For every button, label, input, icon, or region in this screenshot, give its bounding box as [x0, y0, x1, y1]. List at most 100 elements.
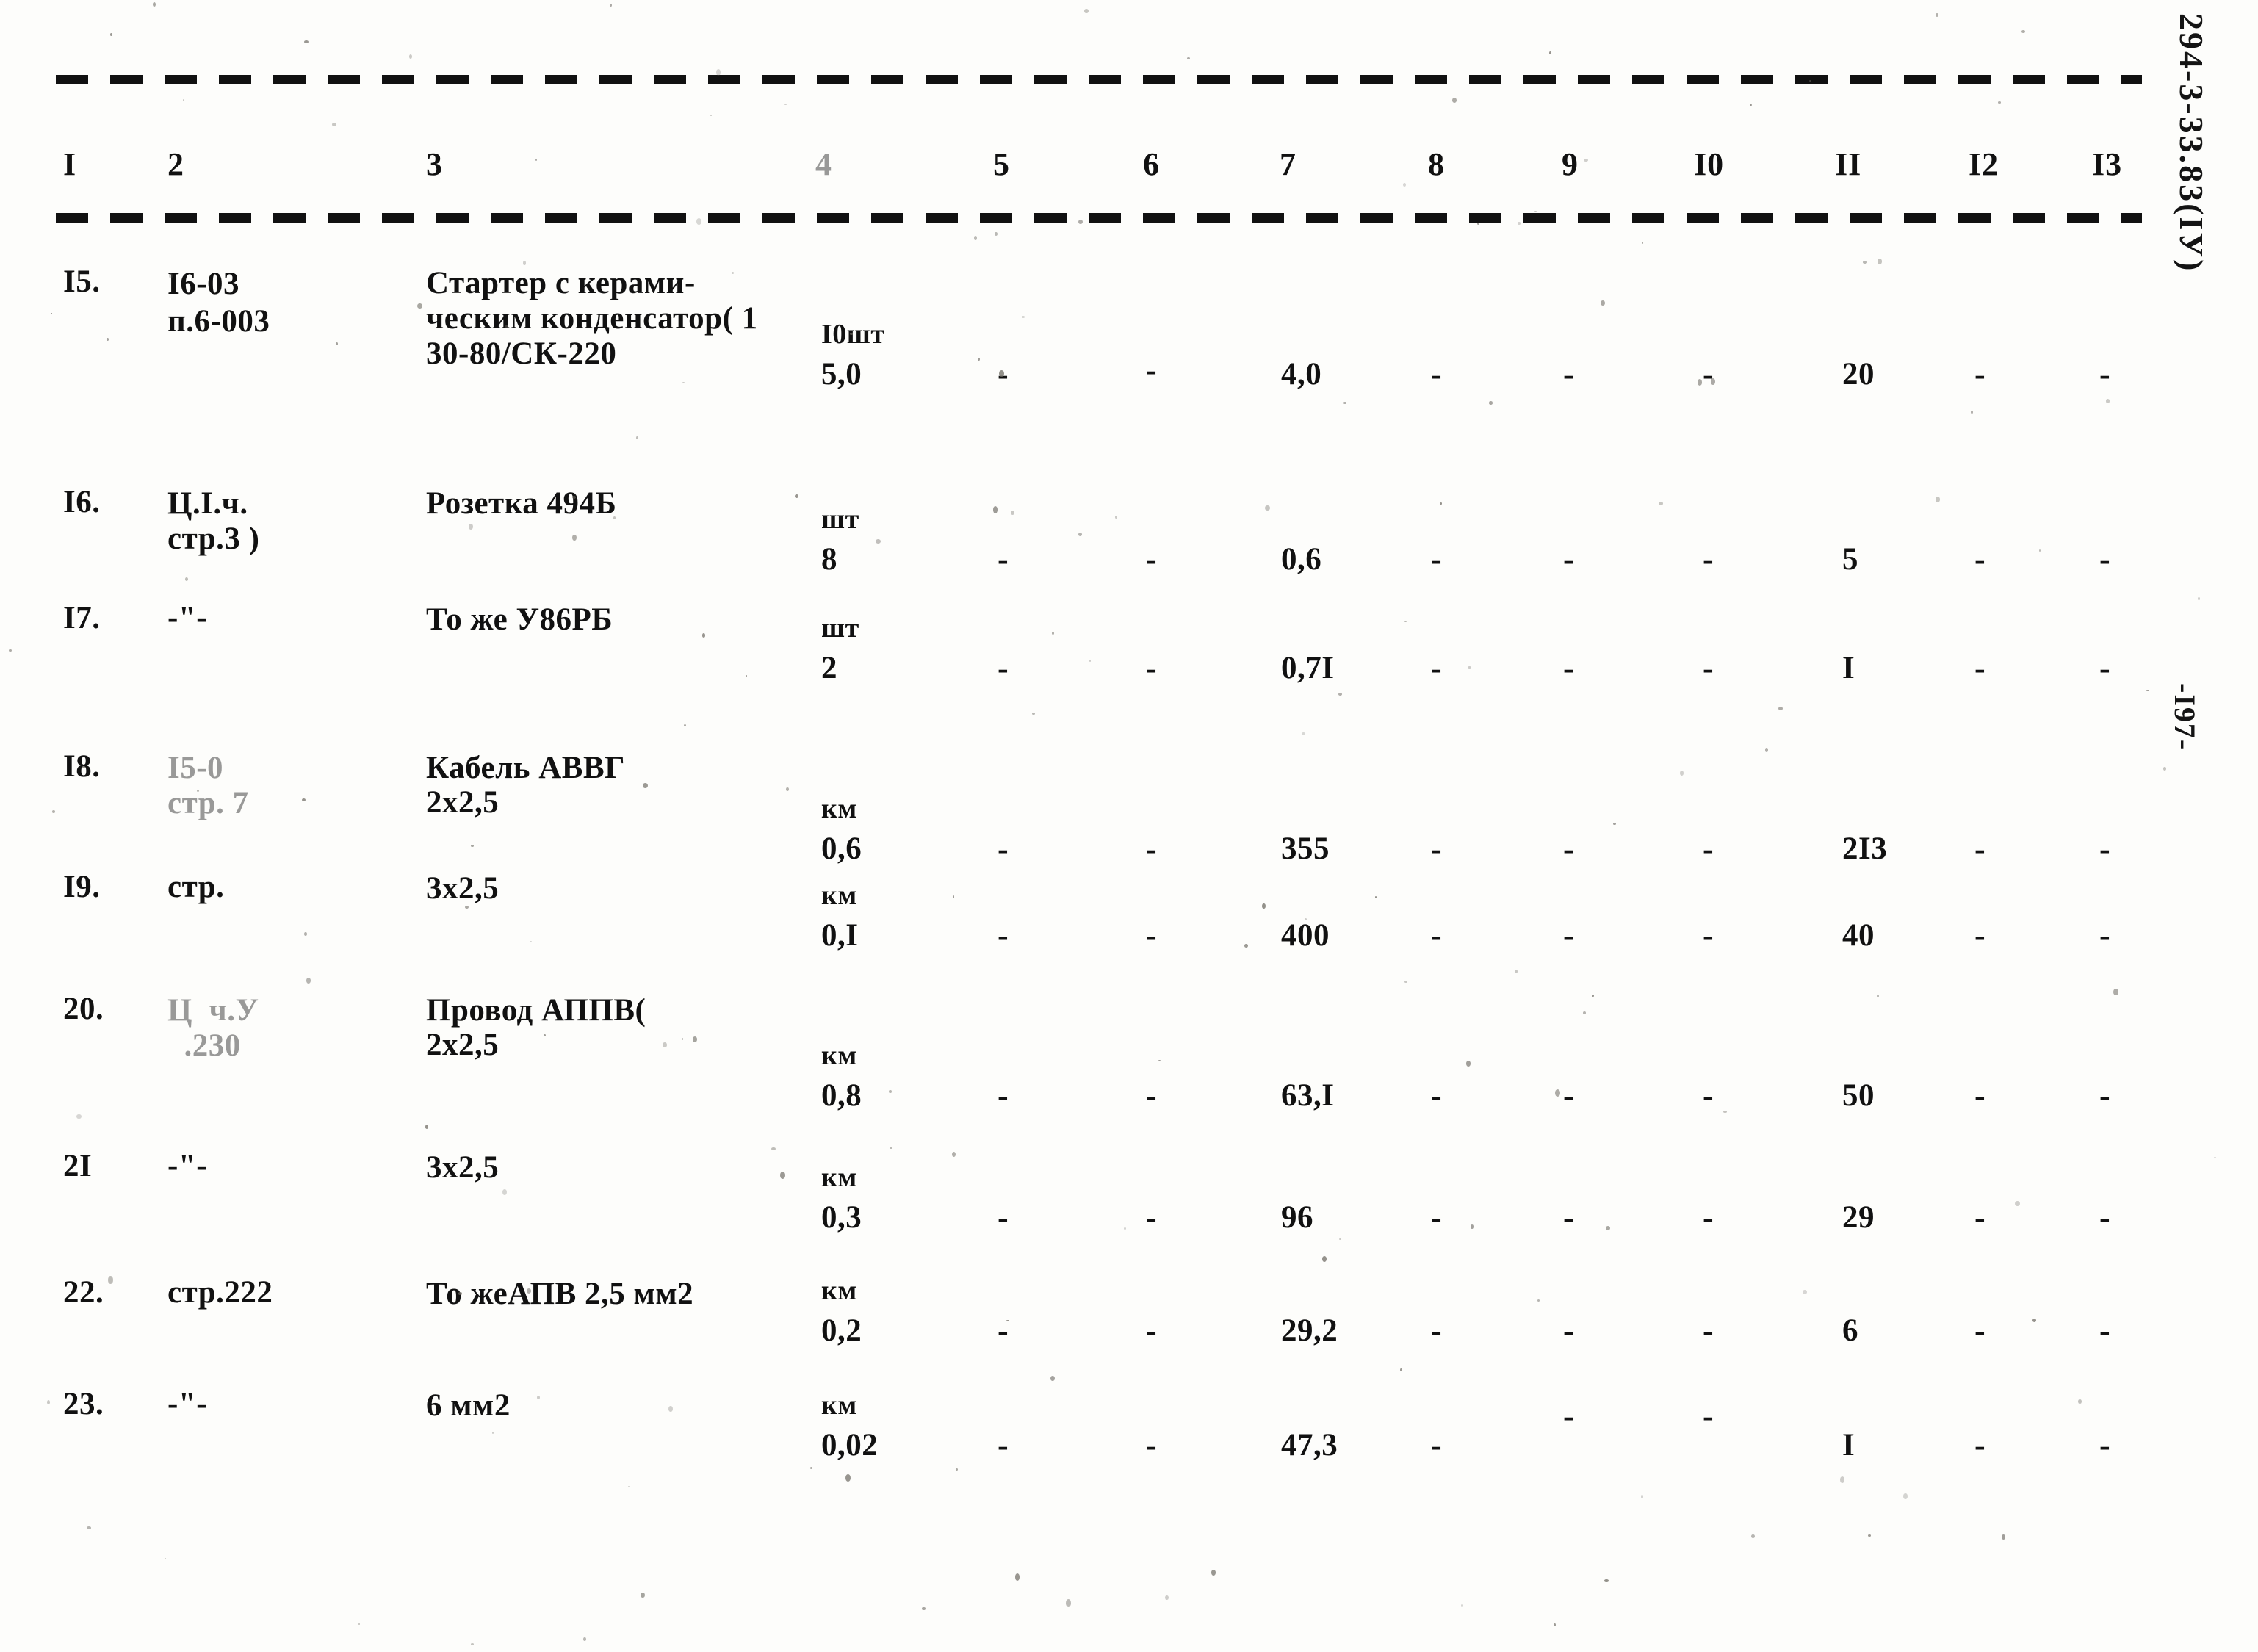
- row-number: I9.: [63, 870, 101, 904]
- row-number: 23.: [63, 1387, 104, 1421]
- row-cell-c9: -: [1563, 1313, 1574, 1349]
- row-cell-c12: -: [1974, 1078, 1985, 1114]
- row-cell-c8: -: [1431, 1427, 1442, 1463]
- row-description: 3х2,5: [426, 871, 499, 906]
- row-cell-c10: -: [1703, 356, 1714, 392]
- row-unit: км: [821, 1390, 857, 1421]
- row-cell-c9: -: [1563, 541, 1574, 577]
- row-cell-c6: -: [1146, 1078, 1157, 1114]
- row-unit: шт: [821, 504, 859, 535]
- row-cell-c6: -: [1146, 352, 1157, 388]
- row-unit: км: [821, 1275, 857, 1306]
- row-cell-c12: -: [1974, 650, 1985, 686]
- row-quantity: 0,6: [821, 832, 862, 866]
- row-cell-c5: -: [998, 1427, 1009, 1463]
- row-cell-c6: -: [1146, 541, 1157, 577]
- row-cell-c13: -: [2099, 1427, 2110, 1463]
- row-unit: I0шт: [821, 319, 885, 350]
- row-cell-c7: 355: [1281, 832, 1330, 866]
- row-cell-c9: -: [1563, 650, 1574, 686]
- row-cell-c8: -: [1431, 1313, 1442, 1349]
- row-cell-c13: -: [2099, 1313, 2110, 1349]
- row-cell-c8: -: [1431, 831, 1442, 867]
- row-cell-c12: -: [1974, 541, 1985, 577]
- row-cell-c9: -: [1563, 356, 1574, 392]
- row-description: Стартер с керами- ческим конденсатор( 1 …: [426, 266, 758, 372]
- row-number: I6.: [63, 485, 101, 519]
- row-cell-c11: I: [1842, 1428, 1855, 1462]
- row-cell-c13: -: [2099, 650, 2110, 686]
- row-number: 20.: [63, 992, 104, 1026]
- page-number-vertical: -I97-: [2168, 683, 2201, 751]
- row-cell-c10: -: [1703, 1078, 1714, 1114]
- row-cell-c11: 5: [1842, 542, 1858, 577]
- row-unit: км: [821, 793, 857, 824]
- row-quantity: 0,8: [821, 1078, 862, 1113]
- row-cell-c12: -: [1974, 1200, 1985, 1236]
- row-description: То жеАПВ 2,5 мм2: [426, 1277, 694, 1311]
- row-cell-c8: -: [1431, 356, 1442, 392]
- row-cell-c11: 6: [1842, 1313, 1858, 1348]
- row-number: 2I: [63, 1149, 93, 1183]
- row-cell-c5: -: [998, 917, 1009, 953]
- row-cell-c8: -: [1431, 650, 1442, 686]
- row-reference: Ц.I.ч. стр.3 ): [167, 486, 260, 557]
- row-description: 6 мм2: [426, 1388, 511, 1423]
- row-reference: I5-0 стр. 7: [167, 751, 249, 821]
- row-cell-c8: -: [1431, 1200, 1442, 1236]
- row-cell-c11: 2I3: [1842, 832, 1888, 866]
- row-cell-c6: -: [1146, 1200, 1157, 1236]
- row-unit: км: [821, 1040, 857, 1071]
- row-reference: Ц ч.У .230: [167, 993, 259, 1064]
- row-cell-c7: 0,6: [1281, 542, 1322, 577]
- row-cell-c7: 96: [1281, 1200, 1313, 1235]
- row-cell-c11: 50: [1842, 1078, 1875, 1113]
- row-cell-c11: 40: [1842, 918, 1875, 953]
- row-cell-c10: -: [1703, 831, 1714, 867]
- row-cell-c10: -: [1703, 541, 1714, 577]
- row-quantity: 8: [821, 542, 837, 577]
- row-cell-c11: I: [1842, 651, 1855, 685]
- row-cell-c5: -: [998, 1200, 1009, 1236]
- row-cell-c5: -: [998, 650, 1009, 686]
- row-cell-c8: -: [1431, 541, 1442, 577]
- row-cell-c7: 47,3: [1281, 1428, 1338, 1462]
- row-cell-c7: 4,0: [1281, 357, 1322, 392]
- row-cell-c11: 29: [1842, 1200, 1875, 1235]
- row-cell-c7: 29,2: [1281, 1313, 1338, 1348]
- row-cell-c9: -: [1563, 917, 1574, 953]
- row-cell-c13: -: [2099, 1078, 2110, 1114]
- row-cell-c10: -: [1703, 650, 1714, 686]
- row-cell-c7: 63,I: [1281, 1078, 1335, 1113]
- row-cell-c5: -: [998, 831, 1009, 867]
- row-cell-c13: -: [2099, 1200, 2110, 1236]
- row-cell-c6: -: [1146, 917, 1157, 953]
- row-description: Кабель АВВГ 2х2,5: [426, 751, 626, 820]
- row-reference: -"-: [167, 601, 208, 635]
- row-description: То же У86РБ: [426, 602, 613, 637]
- row-cell-c12: -: [1974, 1427, 1985, 1463]
- row-quantity: 0,3: [821, 1200, 862, 1235]
- row-number: 22.: [63, 1275, 104, 1310]
- row-cell-c10: -: [1703, 917, 1714, 953]
- scanned-page: I 2 3 4 5 6 7 8 9 I0 II I2 I3 I5. I6-03 п.6-003 Старте…: [0, 0, 2258, 1652]
- row-cell-c12: -: [1974, 831, 1985, 867]
- row-cell-c10: -: [1703, 1398, 1714, 1434]
- row-reference: стр.222: [167, 1275, 273, 1310]
- row-quantity: 0,2: [821, 1313, 862, 1348]
- row-cell-c11: 20: [1842, 357, 1875, 392]
- row-cell-c13: -: [2099, 356, 2110, 392]
- row-description: Розетка 494Б: [426, 486, 617, 521]
- row-unit: км: [821, 1162, 857, 1193]
- row-cell-c7: 400: [1281, 918, 1330, 953]
- row-cell-c5: -: [998, 1078, 1009, 1114]
- row-cell-c9: -: [1563, 1078, 1574, 1114]
- table-body: I5. I6-03 п.6-003 Стартер с керами- ческим…: [0, 0, 2174, 1652]
- row-cell-c12: -: [1974, 1313, 1985, 1349]
- row-cell-c8: -: [1431, 1078, 1442, 1114]
- row-cell-c6: -: [1146, 831, 1157, 867]
- row-cell-c6: -: [1146, 1427, 1157, 1463]
- document-code-vertical: 294-3-33.83(IУ): [2173, 13, 2210, 273]
- row-unit: км: [821, 880, 857, 911]
- row-quantity: 5,0: [821, 357, 862, 392]
